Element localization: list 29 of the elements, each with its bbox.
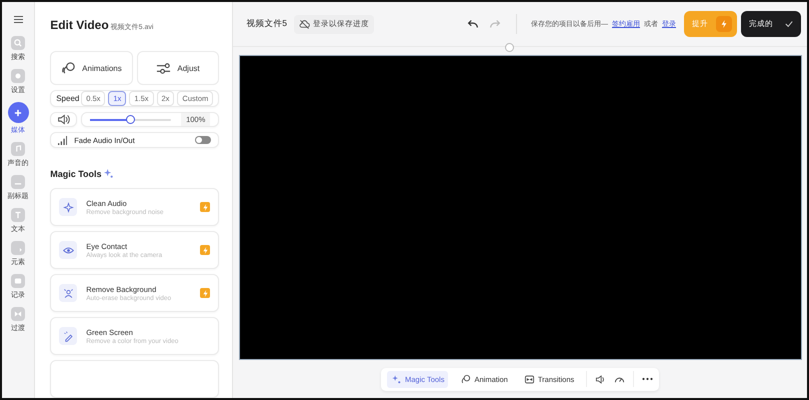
project-name: 视频文件5: [246, 18, 287, 30]
tool-card[interactable]: [50, 360, 220, 398]
menu-icon[interactable]: [14, 16, 23, 23]
animation-icon: [61, 60, 76, 76]
section-title: Magic Tools: [50, 169, 102, 179]
speed-label: Speed: [56, 94, 80, 103]
sliders-icon: [156, 60, 172, 76]
check-icon: [785, 20, 793, 28]
panel-title: Edit Video: [50, 18, 109, 32]
rotate-handle[interactable]: [505, 43, 514, 52]
signal-icon: [58, 136, 68, 144]
sparkle-icon: [62, 202, 74, 212]
fade-toggle[interactable]: [195, 136, 212, 144]
bolt-icon: [720, 20, 728, 28]
speaker-icon[interactable]: [595, 374, 606, 384]
animation-icon: [460, 374, 472, 384]
action-button[interactable]: Adjust: [136, 51, 220, 85]
cloud-off-icon: [299, 18, 310, 30]
person-icon: [62, 288, 74, 298]
dropper-icon: [62, 330, 74, 342]
speaker-icon: [57, 113, 70, 126]
sparkle-icon: [104, 169, 113, 178]
action-button[interactable]: Animations: [50, 51, 133, 85]
rail-icon[interactable]: [8, 102, 29, 123]
transitions-icon: [524, 374, 535, 384]
volume-button[interactable]: [50, 112, 78, 127]
sparkle-icon: [391, 374, 402, 384]
eye-icon: [62, 244, 74, 256]
more-icon[interactable]: [642, 377, 654, 381]
